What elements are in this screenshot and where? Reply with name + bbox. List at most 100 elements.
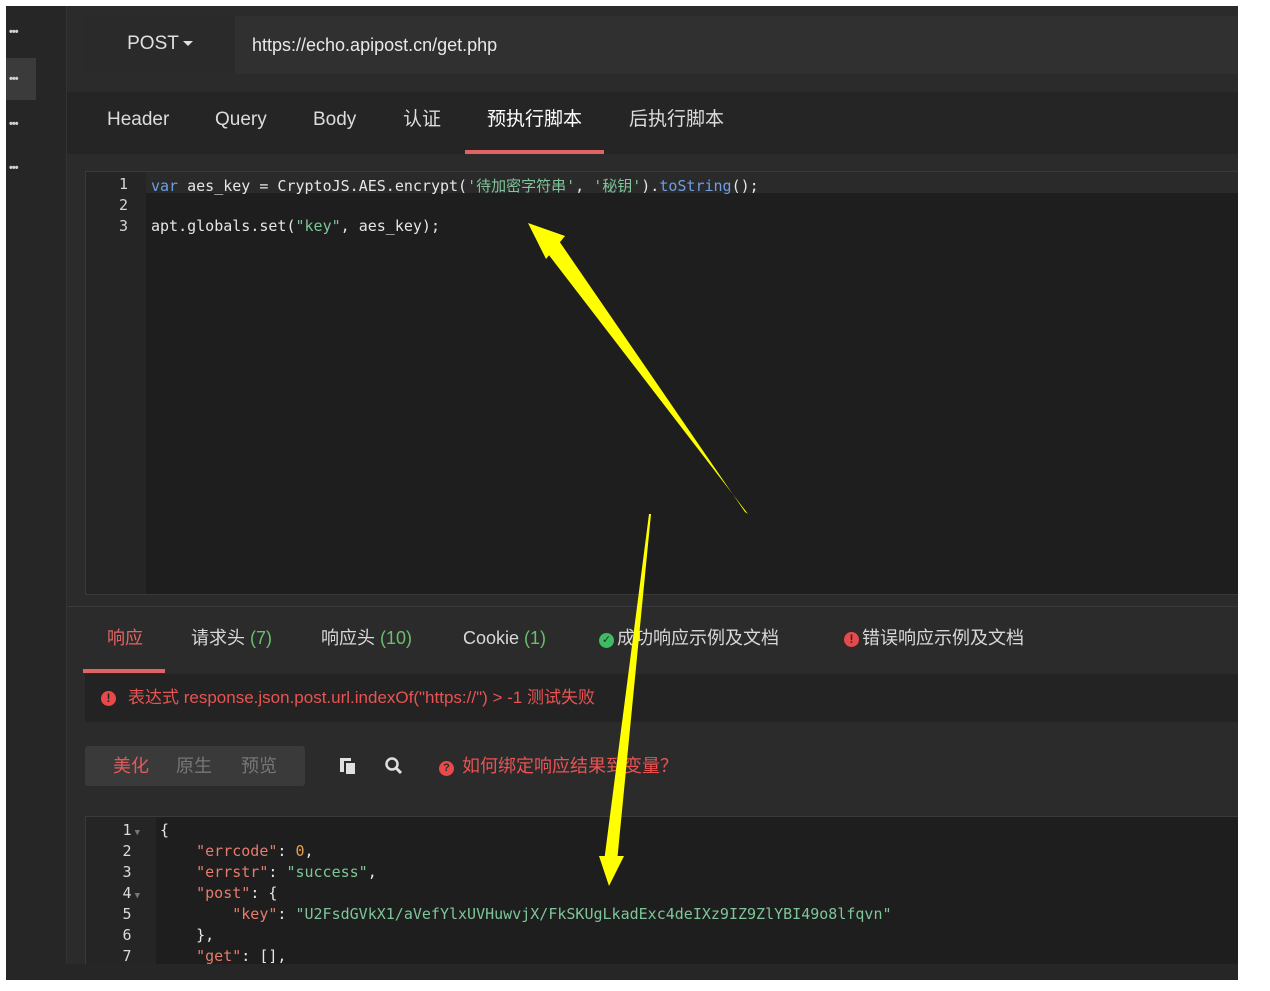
line-number: 1 ▼ [86, 821, 140, 839]
line-number-value: 4 [122, 884, 132, 902]
more-icon[interactable]: ••• [9, 22, 35, 42]
tab-success-example[interactable]: ✓ 成功响应示例及文档 [599, 607, 779, 673]
line-number: 6▼ [86, 926, 140, 944]
view-preview-button[interactable]: 预览 [241, 746, 277, 786]
json-sep: : [241, 947, 260, 965]
more-icon[interactable]: ••• [9, 158, 35, 178]
json-key: "errstr" [196, 863, 269, 881]
tab-label: 响应头 [321, 628, 375, 648]
code-text: (); [731, 177, 759, 195]
request-tabs: Header Query Body 认证 预执行脚本 后执行脚本 [67, 92, 1238, 154]
search-icon[interactable] [383, 756, 405, 778]
json-punct: { [268, 884, 278, 902]
more-icon[interactable]: ••• [9, 114, 35, 134]
side-rail: ••• ••• ••• ••• [6, 6, 67, 980]
json-sep: : [277, 905, 296, 923]
line-number: 5▼ [86, 905, 140, 923]
tab-response-headers[interactable]: 响应头 (10) [321, 607, 412, 673]
view-mode-switch: 美化 原生 预览 [85, 746, 305, 786]
line-number: 3▼ [86, 863, 140, 881]
json-punct: , [367, 863, 377, 881]
line-number-value: 7 [122, 947, 132, 965]
assertion-result: ! 表达式 response.json.post.url.indexOf("htt… [85, 674, 1238, 722]
tab-pre-script-label: 预执行脚本 [487, 109, 583, 130]
help-link-text: 如何绑定响应结果到变量？ [462, 756, 678, 776]
json-sep: : [250, 884, 269, 902]
code-text: aes_key = CryptoJS.AES.encrypt( [178, 177, 468, 195]
tab-request-headers[interactable]: 请求头 (7) [191, 607, 272, 673]
exclamation-circle-icon: ! [101, 691, 116, 706]
json-number: 0 [295, 842, 305, 860]
line-number: 3 [118, 217, 128, 235]
assertion-message: 表达式 response.json.post.url.indexOf("http… [128, 688, 595, 707]
json-key: "get" [196, 947, 242, 965]
response-tabs: 响应 请求头 (7) 响应头 (10) Cookie (1) ✓ 成功响应示例及文… [67, 606, 1238, 673]
json-key: "key" [232, 905, 278, 923]
more-icon-active[interactable]: ••• [6, 58, 36, 100]
code-keyword: var [151, 177, 179, 195]
code-text: apt.globals.set( [151, 217, 296, 235]
code-string: '待加密字符串' [467, 177, 576, 195]
copy-icon[interactable] [337, 756, 359, 778]
tab-label: Cookie [463, 628, 520, 648]
json-key: "errcode" [196, 842, 278, 860]
code-string: "key" [295, 217, 341, 235]
json-sep: : [268, 863, 287, 881]
count-badge: (1) [524, 628, 547, 648]
app-window: ••• ••• ••• ••• POST https://echo.apipos… [6, 6, 1238, 980]
check-circle-icon: ✓ [599, 633, 614, 648]
json-line: { [160, 821, 170, 839]
script-editor[interactable]: 1 2 3 var aes_key = CryptoJS.AES.encrypt… [85, 171, 1238, 595]
tab-response-label: 响应 [107, 628, 143, 648]
json-key: "post" [196, 884, 251, 902]
line-number: 2▼ [86, 842, 140, 860]
line-number-value: 5 [122, 905, 132, 923]
tab-header[interactable]: Header [107, 92, 169, 154]
fold-arrow-icon[interactable]: ▼ [135, 891, 140, 901]
tab-response[interactable]: 响应 [83, 607, 165, 673]
line-number: 4 ▼ [86, 884, 140, 902]
line-number-value: 2 [122, 842, 132, 860]
tab-label: 成功响应示例及文档 [617, 628, 779, 648]
json-string: "U2FsdGVkX1/aVefYlxUVHuwvjX/FkSKUgLkadEx… [295, 905, 892, 923]
view-raw-button[interactable]: 原生 [176, 746, 212, 786]
fold-arrow-icon[interactable]: ▼ [135, 828, 140, 838]
json-string: "success" [286, 863, 368, 881]
view-pretty-button[interactable]: 美化 [113, 746, 149, 786]
tab-error-example[interactable]: ! 错误响应示例及文档 [844, 607, 1024, 673]
tab-post-script[interactable]: 后执行脚本 [629, 92, 724, 154]
tab-label: 错误响应示例及文档 [862, 628, 1024, 648]
json-line: "post": { [160, 884, 277, 902]
line-number: 7▼ [86, 947, 140, 965]
line-number-value: 1 [122, 821, 132, 839]
response-body-editor[interactable]: 1▼ 2▼ 3▼ 4▼ 5▼ 6▼ 7▼ { "errcode": 0, "er… [85, 816, 1238, 966]
tab-body[interactable]: Body [313, 92, 356, 154]
tab-auth[interactable]: 认证 [403, 92, 441, 154]
count-badge: (7) [250, 628, 273, 648]
tab-cookie[interactable]: Cookie (1) [463, 607, 546, 673]
tab-label: 请求头 [191, 628, 245, 648]
url-input[interactable]: https://echo.apipost.cn/get.php [252, 16, 497, 74]
json-punct: , [304, 842, 314, 860]
code-text: , aes_key); [340, 217, 440, 235]
status-bar [6, 964, 1238, 980]
json-line: "get": [], [160, 947, 286, 965]
json-punct: }, [196, 926, 215, 944]
code-text: ). [641, 177, 660, 195]
method-select[interactable]: POST [85, 16, 235, 74]
caret-down-icon [182, 41, 193, 47]
code-string: '秘钥' [593, 177, 642, 195]
count-badge: (10) [380, 628, 413, 648]
main-panel: POST https://echo.apipost.cn/get.php Hea… [67, 6, 1238, 980]
tab-query[interactable]: Query [215, 92, 267, 154]
json-punct: [], [259, 947, 287, 965]
json-line: "errstr": "success", [160, 863, 377, 881]
help-link[interactable]: ? 如何绑定响应结果到变量？ [439, 754, 678, 778]
line-number: 1 [118, 175, 128, 193]
exclamation-circle-icon: ! [844, 632, 859, 647]
code-line-1: var aes_key = CryptoJS.AES.encrypt('待加密字… [151, 175, 759, 196]
active-tab-indicator [465, 150, 605, 154]
code-line-3: apt.globals.set("key", aes_key); [151, 217, 440, 235]
tab-pre-script[interactable]: 预执行脚本 [465, 92, 605, 154]
code-function: toString [659, 177, 732, 195]
